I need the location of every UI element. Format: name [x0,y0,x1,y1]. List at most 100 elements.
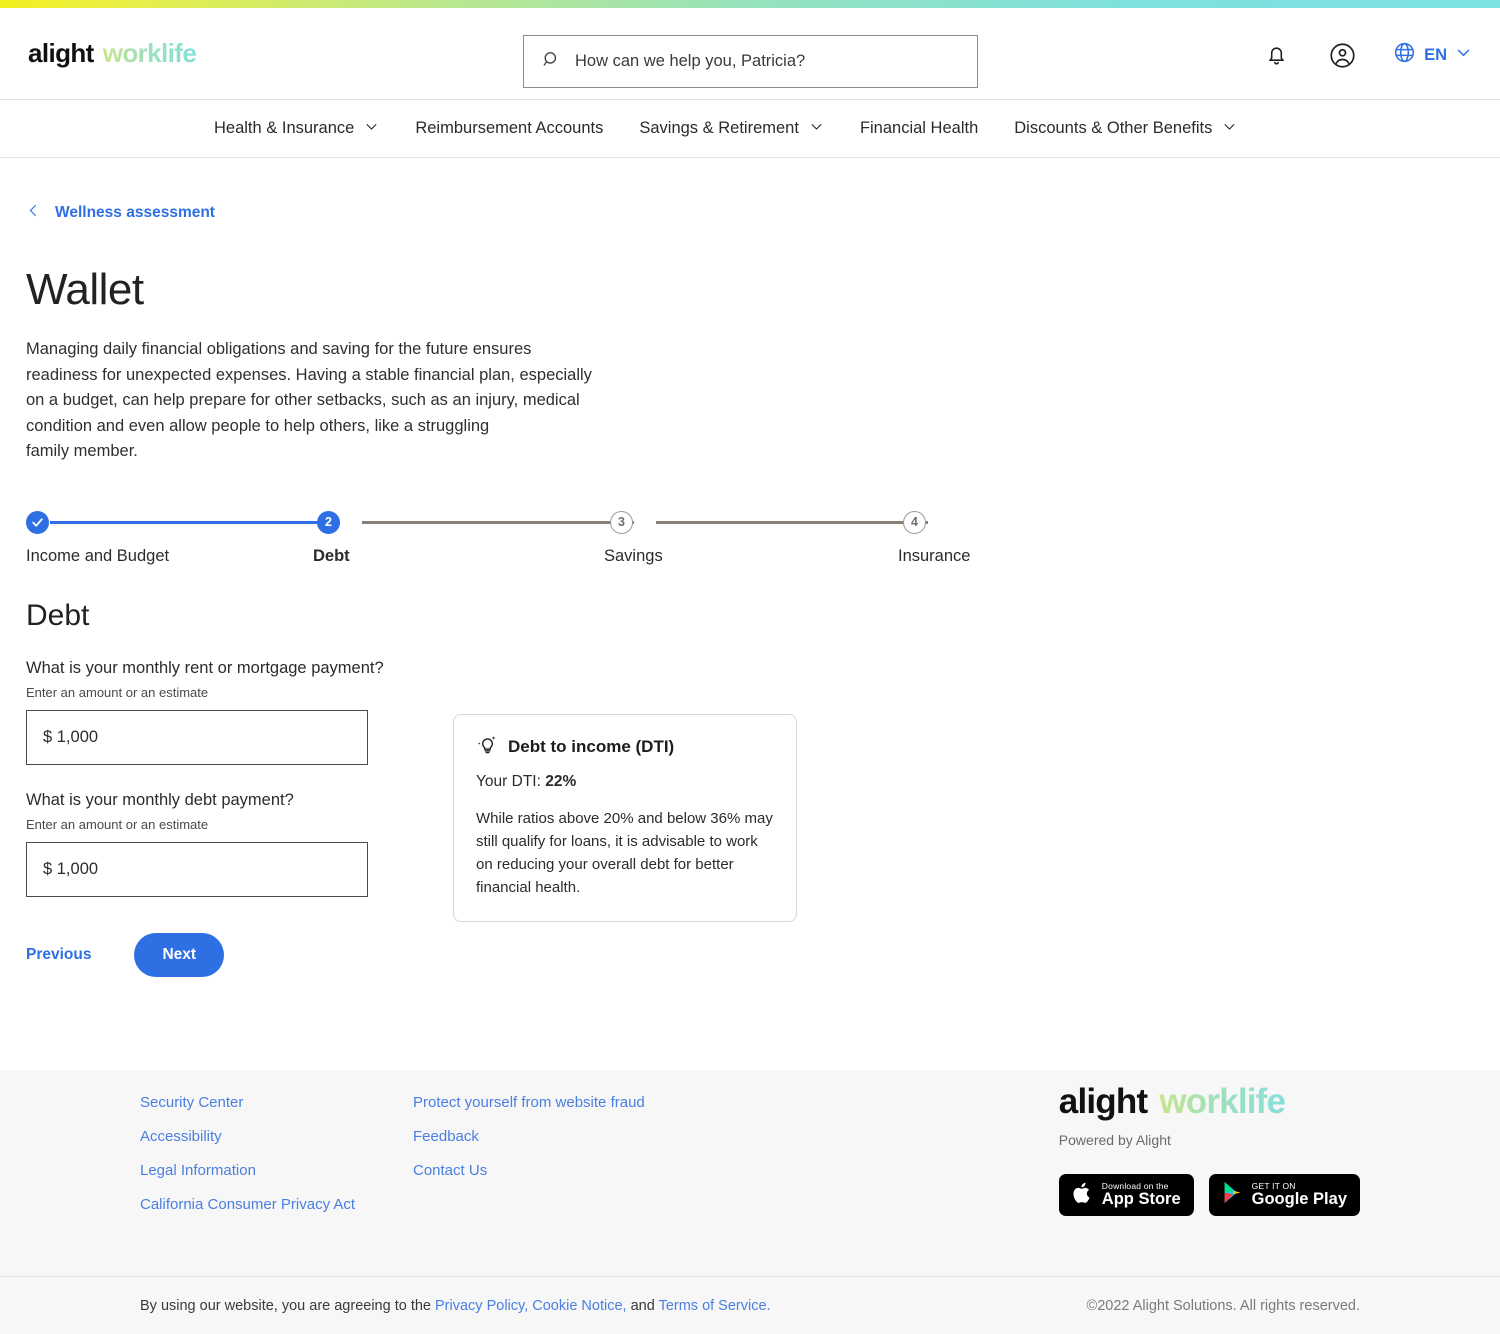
form-fields: What is your monthly rent or mortgage pa… [26,659,426,977]
footer-brand: alight worklife Powered by Alight Downlo… [1058,1082,1360,1216]
copyright-text: ©2022 Alight Solutions. All rights reser… [1086,1297,1360,1314]
legal-agreement-text: By using our website, you are agreeing t… [140,1298,771,1314]
rent-mortgage-input[interactable] [26,709,368,765]
stepper-step-2[interactable]: 2 [317,510,340,534]
nav-label: Reimbursement Accounts [415,119,604,137]
step-line-1-2 [50,520,340,524]
footer-link-legal-information[interactable]: Legal Information [140,1162,413,1179]
page-description: Managing daily financial obligations and… [26,340,592,460]
footer-logo-worklife-text: worklife [1159,1082,1286,1121]
step-line-2-3 [362,520,634,524]
stepper-step-3-number: 3 [618,515,625,529]
breadcrumb[interactable]: Wellness assessment [26,203,1500,223]
stepper-label-3: Savings [604,546,663,565]
check-icon [32,517,43,527]
footer-bottom-bar: By using our website, you are agreeing t… [0,1276,1500,1334]
dti-card-body: While ratios above 20% and below 36% may… [476,809,773,896]
stepper-label-2: Debt [313,546,350,565]
account-circle-icon[interactable] [1327,40,1357,70]
dti-value-label: Your DTI: [476,772,541,790]
brand-gradient-bar [0,0,1500,8]
privacy-policy-link[interactable]: Privacy Policy, [435,1298,528,1314]
footer-logo-alight-text: alight [1058,1082,1148,1121]
next-button[interactable]: Next [134,932,225,977]
field-label: What is your monthly rent or mortgage pa… [26,658,384,677]
nav-label: Discounts & Other Benefits [1014,119,1213,137]
nav-label: Health & Insurance [214,119,355,137]
stepper-step-4[interactable]: 4 [903,510,926,534]
nav-item-savings-retirement[interactable]: Savings & Retirement [639,119,824,139]
chevron-down-icon [1455,44,1472,66]
field-hint: Enter an amount or an estimate [26,816,209,832]
dti-card-title: Debt to income (DTI) [508,736,675,756]
stepper-step-1[interactable] [26,510,49,534]
main-content: Wellness assessment Wallet Managing dail… [0,158,1500,977]
search-input[interactable] [575,52,959,71]
field-monthly-debt: What is your monthly debt payment? Enter… [26,791,426,897]
nav-item-discounts-other-benefits[interactable]: Discounts & Other Benefits [1014,119,1237,139]
dti-info-card: Debt to income (DTI) Your DTI: 22% While… [453,713,797,922]
field-hint: Enter an amount or an estimate [26,684,209,700]
stepper-step-4-number: 4 [911,515,918,529]
stepper-track: 2 3 4 Income and Budget Debt Savings Ins… [26,510,970,593]
chevron-down-icon [1222,119,1237,139]
chevron-down-icon [364,119,379,139]
page-root: alight worklife How can we help you, Pat… [0,0,1500,1334]
stepper-step-2-number: 2 [325,515,332,529]
powered-by-label: Powered by Alight [1058,1132,1171,1148]
google-play-badge-small: GET IT ON [1251,1180,1296,1191]
dti-value-row: Your DTI: 22% [476,773,774,791]
nav-item-reimbursement-accounts[interactable]: Reimbursement Accounts [415,119,603,138]
language-switcher[interactable]: EN [1393,41,1472,69]
form-actions: Previous Next [26,932,426,977]
nav-label: Financial Health [859,119,979,137]
main-navigation: Health & Insurance Reimbursement Account… [0,100,1500,158]
breadcrumb-label: Wellness assessment [55,204,215,221]
stepper-step-3[interactable]: 3 [610,510,633,534]
footer-link-contact-us[interactable]: Contact Us [413,1162,645,1179]
google-play-badge[interactable]: GET IT ON Google Play [1208,1174,1360,1216]
progress-stepper: 2 3 4 Income and Budget Debt Savings Ins… [26,499,970,571]
terms-of-service-link[interactable]: Terms of Service. [659,1298,771,1314]
footer-logo[interactable]: alight worklife [1059,1082,1360,1122]
legal-middle: and [630,1297,655,1314]
dti-card-header: Debt to income (DTI) [476,733,774,761]
footer-link-accessibility[interactable]: Accessibility [140,1128,413,1145]
footer-link-feedback[interactable]: Feedback [413,1128,645,1145]
nav-item-health-insurance[interactable]: Health & Insurance [214,119,379,139]
search-box[interactable] [523,35,978,88]
apple-icon [1072,1181,1093,1210]
step-line-3-4 [656,520,928,524]
site-footer: Security Center Accessibility Legal Info… [0,1070,1500,1334]
cookie-notice-link[interactable]: Cookie Notice, [532,1298,626,1314]
site-header: alight worklife How can we help you, Pat… [0,8,1500,100]
field-rent-mortgage: What is your monthly rent or mortgage pa… [26,659,426,765]
section-title: Debt [26,598,90,632]
app-store-badge-big: App Store [1101,1190,1181,1209]
footer-link-website-fraud[interactable]: Protect yourself from website fraud [413,1094,645,1111]
stepper-label-1: Income and Budget [26,546,170,565]
bell-icon[interactable] [1261,40,1291,70]
monthly-debt-input[interactable] [26,841,368,897]
dti-value: 22% [545,772,577,790]
footer-link-ccpa[interactable]: California Consumer Privacy Act [140,1196,413,1213]
globe-icon [1393,41,1416,69]
footer-column-1: Security Center Accessibility Legal Info… [140,1094,413,1213]
field-label: What is your monthly debt payment? [26,790,294,809]
app-store-badges: Download on the App Store GET IT ON Goog… [1058,1174,1360,1216]
chevron-down-icon [809,119,824,139]
form-area: What is your monthly rent or mortgage pa… [26,659,1500,977]
search-icon [542,50,561,74]
nav-label: Savings & Retirement [639,119,799,137]
previous-button[interactable]: Previous [26,946,91,964]
site-logo[interactable]: alight worklife [28,38,197,69]
footer-link-security-center[interactable]: Security Center [140,1094,413,1111]
google-play-badge-big: Google Play [1251,1190,1347,1209]
logo-alight-text: alight [28,38,94,68]
language-label: EN [1424,45,1447,64]
stepper-label-4: Insurance [898,546,971,565]
header-actions: EN [1261,40,1472,70]
app-store-badge[interactable]: Download on the App Store [1058,1174,1194,1216]
logo-worklife-text: worklife [102,38,197,68]
nav-item-financial-health[interactable]: Financial Health [860,119,978,138]
